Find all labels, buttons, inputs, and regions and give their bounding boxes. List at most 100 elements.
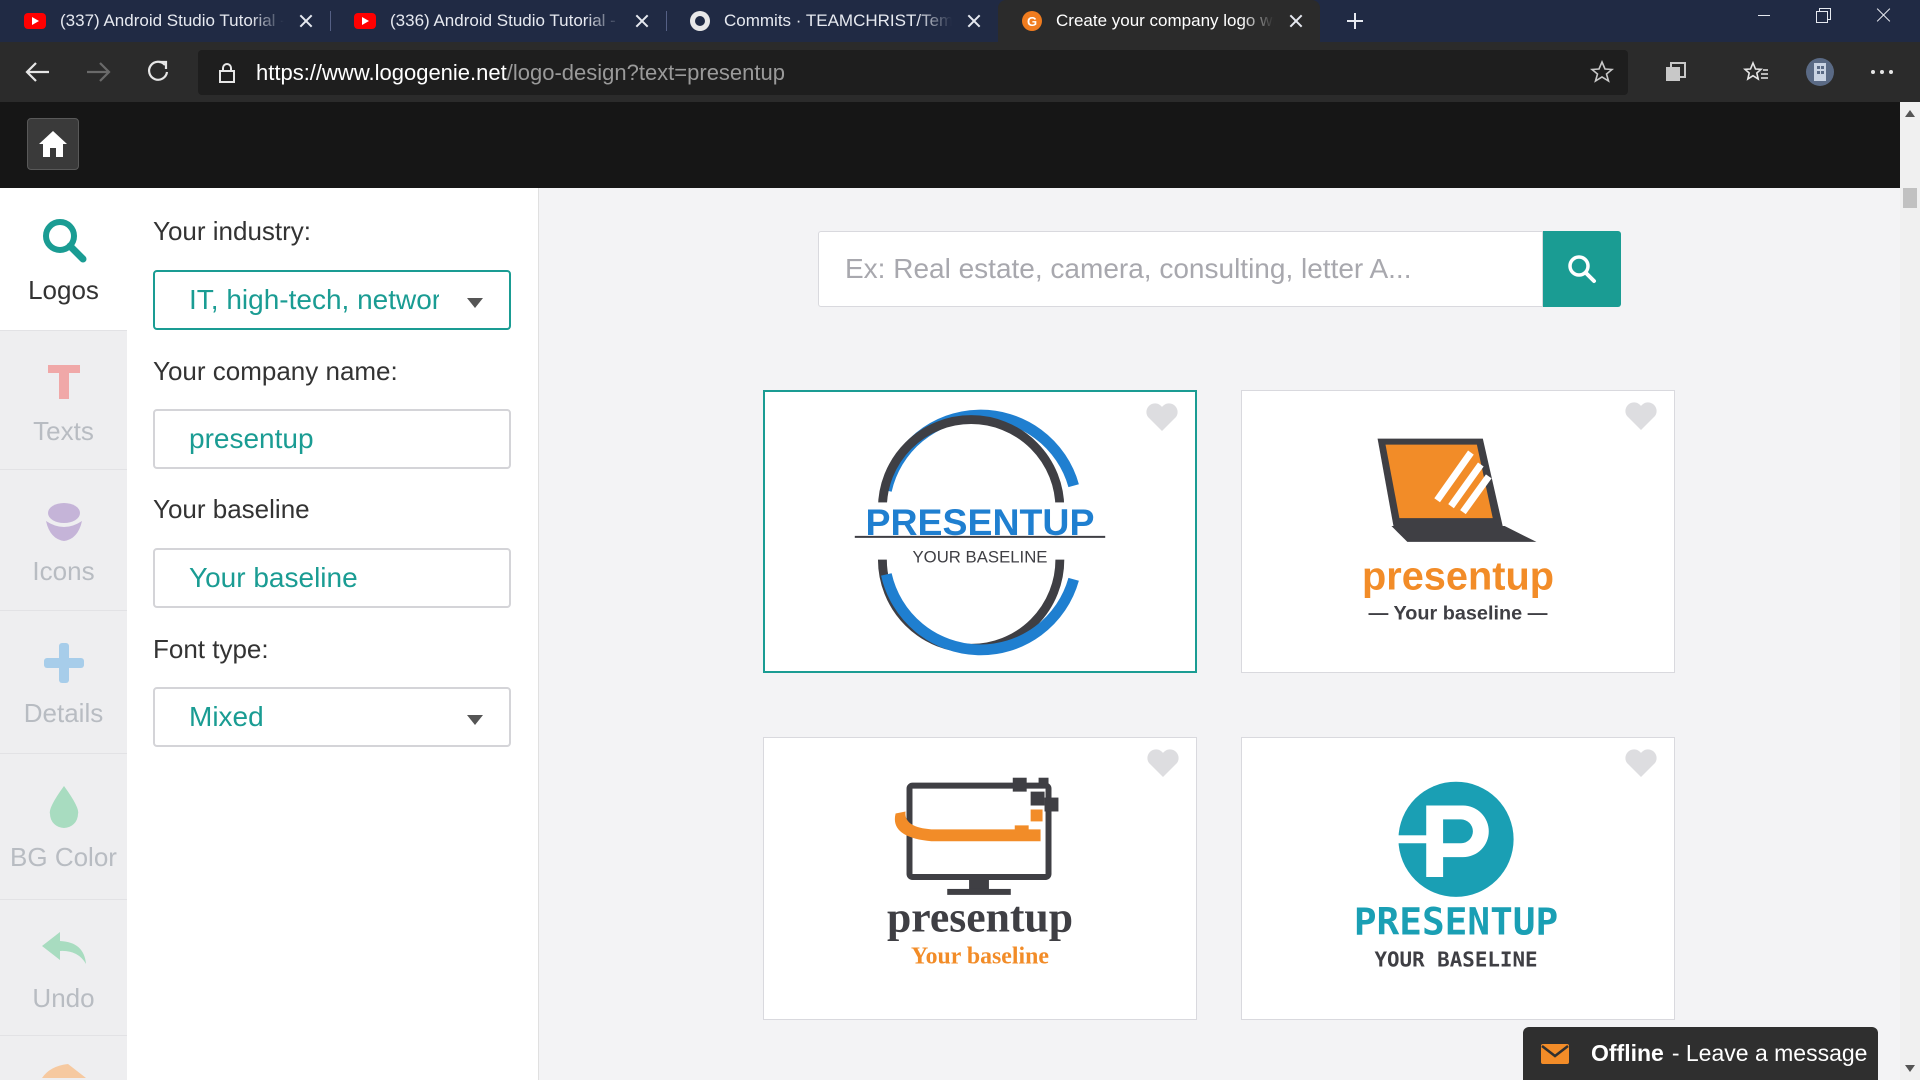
browser-toolbar: https://www.logogenie.net/logo-design?te… — [0, 42, 1920, 102]
mail-icon — [1541, 1043, 1569, 1064]
tab-close-icon[interactable] — [632, 11, 652, 31]
tool-label: Details — [23, 697, 104, 728]
tool-bg-color[interactable]: BG Color — [0, 754, 127, 900]
tool-icons[interactable]: Icons — [0, 470, 127, 611]
favorites-button[interactable] — [1738, 54, 1774, 90]
tool-undo[interactable]: Undo — [0, 900, 127, 1036]
heart-icon[interactable] — [1146, 748, 1180, 783]
back-button[interactable] — [20, 54, 56, 90]
avatar — [1806, 58, 1834, 86]
url-path: /logo-design?text=presentup — [506, 59, 785, 85]
tool-details[interactable]: Details — [0, 611, 127, 754]
heart-icon[interactable] — [1624, 401, 1658, 436]
logo-card-2[interactable]: presentup — Your baseline — — [1241, 390, 1675, 673]
new-tab-button[interactable] — [1340, 6, 1370, 36]
logo-name: PRESENTUP — [1354, 900, 1558, 944]
restore-button[interactable] — [1794, 0, 1854, 32]
company-name-input[interactable]: presentup — [153, 409, 511, 469]
logo-card-4[interactable]: PRESENTUP YOUR BASELINE — [1241, 737, 1675, 1020]
logo-baseline: — Your baseline — — [1368, 602, 1547, 624]
tab-title: Create your company logo with — [1056, 11, 1274, 30]
logo-name: presentup — [1362, 555, 1554, 599]
search-button[interactable] — [1543, 231, 1621, 307]
logo-baseline: YOUR BASELINE — [1374, 947, 1537, 971]
forward-button[interactable] — [80, 54, 116, 90]
page-scrollbar[interactable] — [1900, 102, 1920, 1080]
chevron-down-icon — [467, 298, 483, 308]
tab-close-icon[interactable] — [964, 11, 984, 31]
logo-gallery: Ex: Real estate, camera, consulting, let… — [539, 188, 1900, 1080]
github-icon — [690, 11, 710, 31]
forward-arrow-icon — [87, 62, 111, 82]
logo-preview: PRESENTUP YOUR BASELINE — [1354, 781, 1558, 971]
tool-redo[interactable] — [0, 1036, 127, 1080]
font-type-value: Mixed — [189, 701, 264, 732]
url-text: https://www.logogenie.net/logo-design?te… — [256, 60, 785, 86]
drop-icon — [46, 780, 82, 834]
baseline-input[interactable]: Your baseline — [153, 548, 511, 608]
company-name-label: Your company name: — [153, 356, 398, 386]
tool-label: Undo — [32, 983, 95, 1013]
heart-icon[interactable] — [1145, 402, 1179, 437]
tab-close-icon[interactable] — [296, 11, 316, 31]
tool-label: Logos — [28, 274, 99, 305]
lock-icon — [216, 62, 238, 84]
scroll-down-icon[interactable] — [1905, 1065, 1915, 1072]
industry-select[interactable]: IT, high-tech, network — [153, 270, 511, 330]
youtube-icon — [354, 13, 376, 29]
youtube-icon — [24, 13, 46, 29]
logo-preview: presentup Your baseline — [887, 777, 1073, 969]
icons-icon — [42, 494, 86, 548]
back-arrow-icon — [25, 62, 49, 82]
logo-search-input[interactable]: Ex: Real estate, camera, consulting, let… — [818, 231, 1543, 307]
tab-close-icon[interactable] — [1286, 11, 1306, 31]
profile-button[interactable] — [1802, 54, 1838, 90]
favorites-list-icon — [1743, 60, 1768, 81]
plus-icon — [42, 636, 86, 690]
redo-icon — [41, 1064, 86, 1078]
refresh-button[interactable] — [140, 54, 176, 90]
logogenie-icon: G — [1022, 11, 1042, 31]
close-window-button[interactable] — [1854, 0, 1914, 32]
tool-texts[interactable]: Texts — [0, 331, 127, 470]
scroll-thumb[interactable] — [1903, 188, 1917, 208]
more-menu-button[interactable] — [1864, 54, 1900, 90]
favorite-star-icon[interactable] — [1589, 59, 1615, 89]
chevron-down-icon — [467, 715, 483, 725]
industry-label: Your industry: — [153, 216, 312, 246]
baseline-label: Your baseline — [153, 494, 310, 524]
search-placeholder: Ex: Real estate, camera, consulting, let… — [845, 253, 1412, 284]
site-header — [0, 102, 1900, 188]
logo-baseline: YOUR BASELINE — [913, 548, 1048, 567]
browser-tab-active[interactable]: G Create your company logo with — [998, 0, 1320, 42]
tab-title: (337) Android Studio Tutorial - G — [60, 11, 284, 30]
tool-logos[interactable]: Logos — [0, 188, 127, 331]
logo-name: presentup — [887, 894, 1073, 942]
chat-status: Offline — [1591, 1040, 1664, 1066]
collections-button[interactable] — [1658, 54, 1694, 90]
company-name-value: presentup — [189, 423, 314, 454]
font-type-select[interactable]: Mixed — [153, 687, 511, 747]
browser-tab[interactable]: (336) Android Studio Tutorial - R — [330, 0, 666, 42]
address-bar[interactable]: https://www.logogenie.net/logo-design?te… — [198, 50, 1628, 95]
browser-tab[interactable]: (337) Android Studio Tutorial - G — [0, 0, 330, 42]
more-dots-icon — [1871, 70, 1893, 74]
scroll-up-icon[interactable] — [1905, 110, 1915, 117]
tab-title: Commits · TEAMCHRIST/Temp_m — [724, 11, 952, 30]
chat-widget[interactable]: Offline - Leave a message — [1523, 1027, 1878, 1080]
heart-icon[interactable] — [1624, 748, 1658, 783]
search-icon — [40, 213, 88, 267]
search-icon — [1568, 255, 1596, 283]
tool-label: BG Color — [10, 842, 117, 872]
font-type-label: Font type: — [153, 634, 269, 664]
baseline-value: Your baseline — [189, 562, 358, 593]
minimize-button[interactable] — [1734, 0, 1794, 32]
home-icon — [39, 131, 67, 157]
logo-card-3[interactable]: presentup Your baseline — [763, 737, 1197, 1020]
browser-tab[interactable]: Commits · TEAMCHRIST/Temp_m — [666, 0, 998, 42]
logo-card-1[interactable]: PRESENTUP YOUR BASELINE — [763, 390, 1197, 673]
tab-title: (336) Android Studio Tutorial - R — [390, 11, 620, 30]
home-button[interactable] — [27, 118, 79, 170]
tool-sidebar: Logos Texts Icons Details BG Color Undo — [0, 188, 127, 1080]
logo-preview: PRESENTUP YOUR BASELINE — [825, 409, 1135, 656]
